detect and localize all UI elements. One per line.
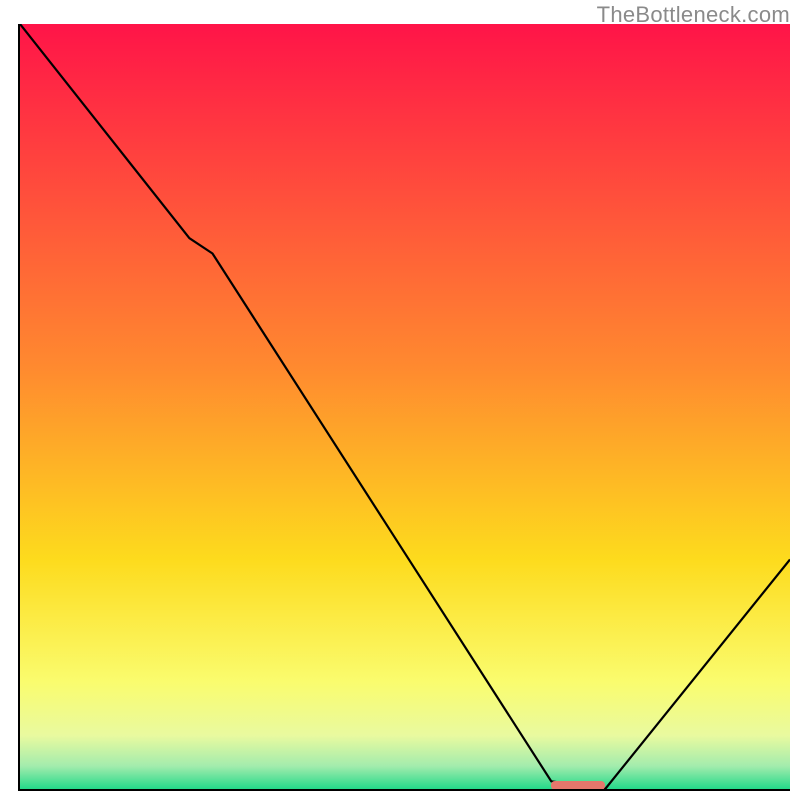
chart-stage: TheBottleneck.com [0, 0, 800, 800]
watermark-label: TheBottleneck.com [597, 2, 790, 28]
chart-plot-area [18, 24, 790, 791]
highlight-segment [551, 781, 605, 790]
chart-background-gradient [20, 24, 790, 789]
